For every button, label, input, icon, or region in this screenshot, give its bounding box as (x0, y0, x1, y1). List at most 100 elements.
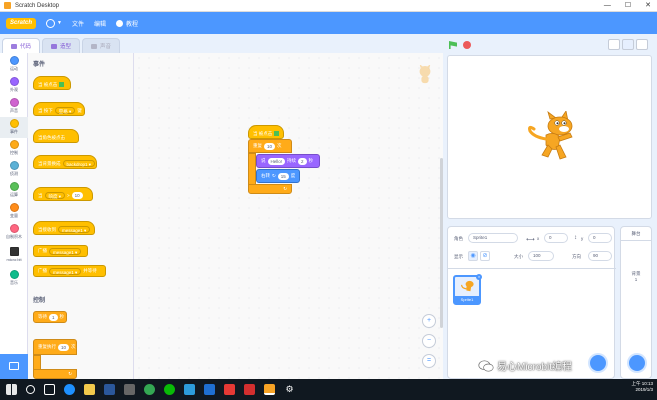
palette-block-wait[interactable]: 等待 1 秒 (33, 311, 67, 323)
broadcast-wait-dropdown[interactable]: message1 ▾ (49, 267, 82, 275)
script-area[interactable]: 当 被点击 重复 10 次 说 Hello! 持续 2 秒 右转 ↻ 15 度 … (134, 53, 443, 379)
category-motion[interactable]: 运动 (0, 56, 28, 72)
fullscreen-button[interactable] (636, 39, 648, 50)
zoom-in-button[interactable]: + (422, 314, 436, 328)
category-events[interactable]: 事件 (0, 117, 28, 138)
delete-sprite-icon[interactable]: × (476, 274, 482, 280)
sprite-name-input[interactable]: Sprite1 (468, 233, 518, 243)
wait-input[interactable]: 1 (49, 313, 58, 321)
windows-start-icon[interactable] (6, 384, 17, 395)
language-menu[interactable]: ▼ (46, 18, 62, 28)
script-repeat-block[interactable]: 重复 10 次 (248, 139, 292, 153)
music-note-icon (9, 270, 19, 279)
choose-backdrop-button[interactable] (629, 355, 645, 371)
show-button[interactable]: ◉ (468, 251, 478, 261)
cat-sprite-icon[interactable] (524, 111, 580, 163)
word-icon[interactable] (104, 384, 115, 395)
backdrop-dropdown[interactable]: backdrop1 ▾ (62, 160, 96, 167)
large-stage-button[interactable] (622, 39, 634, 50)
chevron-down-icon: ▼ (57, 20, 62, 26)
small-stage-button[interactable] (608, 39, 620, 50)
hide-button[interactable]: ⊘ (480, 251, 490, 261)
add-extension-button[interactable] (0, 354, 28, 379)
chrome-icon[interactable] (144, 384, 155, 395)
pdf-icon[interactable] (224, 384, 235, 395)
stop-button[interactable] (463, 41, 471, 49)
green-flag-icon (274, 131, 280, 136)
clock-time: 10:13 (641, 381, 653, 386)
scratch-taskbar-icon[interactable] (264, 384, 275, 395)
stage-selector[interactable]: 舞台 背景 1 (620, 226, 652, 379)
maximize-button[interactable]: ☐ (625, 1, 631, 11)
repeat-input[interactable]: 10 (58, 343, 70, 351)
palette-block-when-loudness[interactable]: 当 响度 ▾ > 10 (33, 187, 93, 201)
zoom-out-button[interactable]: − (422, 334, 436, 348)
menu-tutorials[interactable]: 教程 (115, 19, 138, 28)
y-input[interactable]: 0 (588, 233, 612, 243)
category-microbit[interactable]: micro:bit (0, 247, 28, 262)
settings-gear-icon[interactable]: ⚙ (284, 384, 295, 395)
acrobat-icon[interactable] (244, 384, 255, 395)
category-music[interactable]: 音乐 (0, 270, 28, 286)
palette-block-sprite-clicked[interactable]: 当角色被点击 (33, 129, 79, 143)
script-say-input[interactable]: Hello! (267, 157, 286, 165)
script-repeat-arm (248, 153, 256, 185)
category-my-blocks[interactable]: 自制积木 (0, 224, 28, 240)
palette-block-when-receive[interactable]: 当接收到 message1 ▾ (33, 221, 95, 235)
script-turn-block[interactable]: 右转 ↻ 15 度 (256, 169, 300, 183)
edge-browser-icon[interactable] (64, 384, 75, 395)
microbit-icon (9, 247, 19, 256)
script-repeat-input[interactable]: 10 (264, 142, 276, 150)
category-looks[interactable]: 外观 (0, 77, 28, 93)
category-variables[interactable]: 变量 (0, 203, 28, 219)
app-grid-icon[interactable] (184, 384, 195, 395)
menu-file[interactable]: 文件 (72, 19, 84, 28)
system-tray-clock[interactable]: 上午 10:13 2019/1/3 (631, 381, 653, 393)
green-flag-button[interactable] (449, 41, 457, 49)
direction-input[interactable]: 90 (588, 251, 612, 261)
choose-sprite-button[interactable] (590, 355, 606, 371)
category-sound[interactable]: 声音 (0, 98, 28, 114)
message-dropdown[interactable]: message1 ▾ (58, 226, 91, 233)
broadcast-dropdown[interactable]: message1 ▾ (49, 247, 82, 255)
script-turn-input[interactable]: 15 (277, 172, 289, 180)
palette-block-when-flag[interactable]: 当 被点击 (33, 76, 71, 90)
watermark-text: 易心Microbit编程 (497, 362, 573, 373)
lightbulb-icon (115, 19, 123, 27)
zoom-reset-icon: = (426, 357, 432, 364)
media-player-icon[interactable] (124, 384, 135, 395)
outlook-icon[interactable] (204, 384, 215, 395)
sprite-thumbnail[interactable]: × Sprite1 (453, 274, 482, 305)
script-when-flag-block[interactable]: 当 被点击 (248, 125, 284, 139)
palette-block-repeat[interactable]: 重复执行 10 次 (33, 339, 77, 355)
close-button[interactable]: ✕ (645, 1, 651, 11)
script-say-block[interactable]: 说 Hello! 持续 2 秒 (256, 154, 320, 168)
file-explorer-icon[interactable] (84, 384, 95, 395)
zoom-reset-button[interactable]: = (422, 354, 436, 368)
palette-block-broadcast[interactable]: 广播 message1 ▾ (33, 245, 88, 257)
tab-costumes[interactable]: 造型 (42, 38, 81, 53)
category-sensing[interactable]: 侦测 (0, 161, 28, 177)
palette-block-backdrop-switch[interactable]: 当背景换成 backdrop1 ▾ (33, 155, 97, 169)
key-dropdown[interactable]: 空格 ▾ (54, 107, 76, 114)
loudness-input[interactable]: 10 (71, 192, 83, 199)
script-scrollbar[interactable] (440, 158, 443, 328)
tab-code[interactable]: 代码 (2, 38, 41, 53)
wechat-taskbar-icon[interactable] (164, 384, 175, 395)
stage-canvas[interactable] (447, 55, 652, 219)
task-view-icon[interactable] (44, 384, 55, 395)
category-control[interactable]: 控制 (0, 140, 28, 156)
size-input[interactable]: 100 (528, 251, 554, 261)
tab-sounds[interactable]: 声音 (82, 38, 121, 53)
loudness-dropdown[interactable]: 响度 ▾ (44, 192, 66, 199)
x-input[interactable]: 0 (544, 233, 568, 243)
x-arrows-icon: ⟷ (526, 237, 535, 243)
palette-block-broadcast-wait[interactable]: 广播 message1 ▾ 并等待 (33, 265, 106, 277)
scratch-logo[interactable]: Scratch (6, 17, 36, 29)
script-say-seconds-input[interactable]: 2 (298, 157, 307, 165)
search-icon[interactable] (26, 385, 35, 394)
menu-edit[interactable]: 编辑 (94, 19, 106, 28)
category-operators[interactable]: 运算 (0, 182, 28, 198)
minimize-button[interactable]: — (604, 1, 611, 11)
palette-block-when-key[interactable]: 当 按下 空格 ▾ 键 (33, 102, 85, 116)
